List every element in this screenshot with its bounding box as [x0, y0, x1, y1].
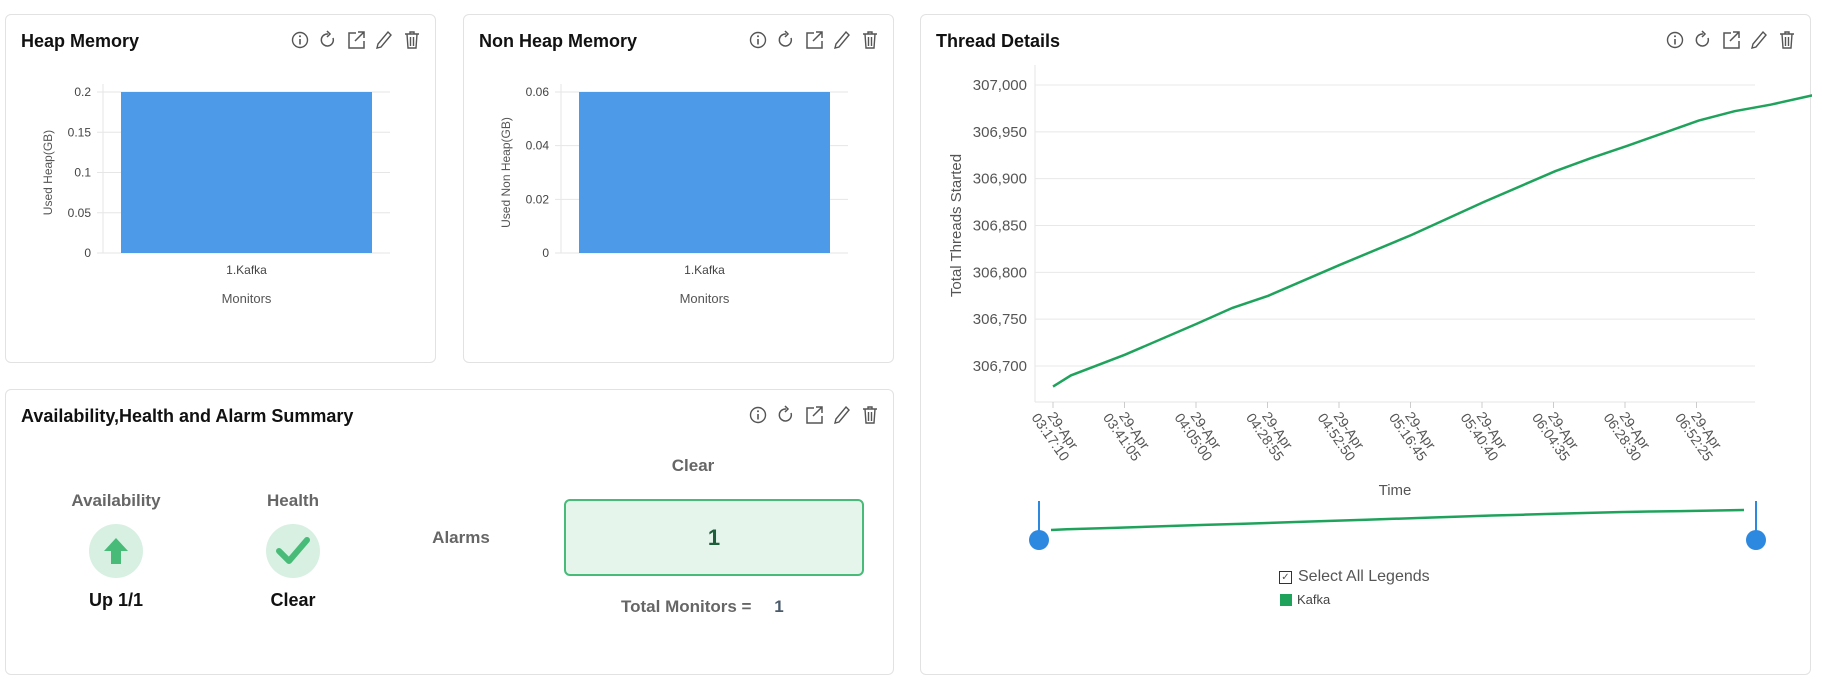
navigator-handle-right[interactable]: [1746, 530, 1766, 550]
y-tick-label: 306,750: [973, 311, 1027, 328]
y-tick-label: 0.2: [74, 85, 91, 99]
y-tick-label: 306,900: [973, 171, 1027, 188]
availability-up-icon: [89, 524, 143, 578]
refresh-icon[interactable]: [317, 28, 339, 52]
availability-health-alarm-panel: Availability,Health and Alarm Summary Av…: [5, 389, 894, 675]
y-tick-label: 0.1: [74, 166, 91, 180]
heap-bar-chart: 0 0.05 0.1 0.15 0.2 1.Kafka Monitors Used Heap(…: [41, 84, 390, 306]
y-tick-label: 0.05: [68, 206, 92, 220]
edit-pencil-icon[interactable]: [373, 28, 395, 52]
y-tick-label: 0: [542, 246, 549, 260]
x-axis-title: Monitors: [222, 291, 272, 306]
alarm-count: 1: [707, 524, 721, 550]
x-tick-label: 29-Apr04:52:50: [1314, 402, 1370, 464]
info-icon[interactable]: [747, 403, 769, 427]
select-all-legends[interactable]: ✓ Select All Legends: [1279, 568, 1430, 586]
edit-pencil-icon[interactable]: [831, 403, 853, 427]
health-check-icon: [266, 524, 320, 578]
x-tick-label: 29-Apr06:04:35: [1529, 402, 1585, 464]
delete-trash-icon[interactable]: [859, 28, 881, 52]
total-monitors-value: 1: [774, 597, 784, 616]
bar: [579, 92, 830, 253]
series-line-kafka: [1052, 94, 1812, 388]
total-monitors: Total Monitors = 1: [621, 597, 784, 617]
legend-item-kafka[interactable]: Kafka: [1280, 592, 1330, 607]
y-tick-label: 0: [84, 246, 91, 260]
x-tick-label: 29-Apr04:05:00: [1171, 402, 1227, 464]
refresh-icon[interactable]: [775, 403, 797, 427]
y-tick-label: 306,850: [973, 218, 1027, 235]
x-tick-label: 29-Apr03:17:10: [1028, 402, 1084, 464]
availability-value: Up 1/1: [88, 590, 144, 610]
delete-trash-icon[interactable]: [401, 28, 423, 52]
non-heap-bar-chart: 0 0.02 0.04 0.06 1.Kafka Monitors Used Non Hea…: [499, 84, 848, 306]
checkbox-checked-icon[interactable]: ✓: [1279, 570, 1292, 584]
x-tick-label: 1.Kafka: [684, 263, 725, 277]
x-tick-label: 29-Apr06:52:25: [1672, 402, 1728, 464]
panel-toolbar: [289, 28, 423, 52]
info-icon[interactable]: [289, 28, 311, 52]
y-tick-label: 307,000: [973, 77, 1027, 94]
y-axis-title: Used Non Heap(GB): [499, 117, 513, 228]
thread-details-panel: Thread Details 306,700 306,750 306,800 306,…: [920, 14, 1812, 675]
legend-label: Kafka: [1297, 592, 1331, 607]
panel-title: Availability,Health and Alarm Summary: [21, 406, 354, 426]
delete-trash-icon[interactable]: [859, 403, 881, 427]
select-all-legends-label: Select All Legends: [1298, 568, 1430, 585]
refresh-icon[interactable]: [775, 28, 797, 52]
bar: [121, 92, 372, 253]
navigator-series-line: [1050, 508, 1745, 532]
y-axis-title: Total Threads Started: [948, 154, 965, 297]
alarm-count-box[interactable]: 1: [564, 499, 864, 576]
heap-memory-panel: Heap Memory 0 0.05 0.1 0.15 0.2 1.Kafka Monito…: [5, 14, 436, 363]
x-tick-label: 1.Kafka: [226, 263, 267, 277]
non-heap-memory-panel: Non Heap Memory 0 0.02 0.04 0.06 1.Kafka Moni…: [463, 14, 894, 363]
external-link-icon[interactable]: [345, 28, 367, 52]
health-value: Clear: [270, 590, 316, 610]
y-tick-label: 306,950: [973, 124, 1027, 141]
x-axis-title: Time: [1379, 482, 1412, 499]
external-link-icon[interactable]: [803, 403, 825, 427]
x-tick-label: 29-Apr05:40:40: [1457, 402, 1513, 464]
panel-title: Heap Memory: [21, 31, 140, 51]
x-tick-label: 29-Apr03:41:05: [1100, 402, 1156, 464]
x-tick-label: 29-Apr04:28:55: [1243, 402, 1299, 464]
y-tick-label: 306,700: [973, 358, 1027, 375]
y-tick-label: 0.06: [526, 85, 550, 99]
external-link-icon[interactable]: [803, 28, 825, 52]
panel-toolbar: [747, 403, 881, 427]
edit-pencil-icon[interactable]: [831, 28, 853, 52]
y-tick-label: 306,800: [973, 264, 1027, 281]
y-tick-label: 0.04: [526, 139, 550, 153]
info-icon[interactable]: [747, 28, 769, 52]
y-tick-label: 0.02: [526, 192, 550, 206]
panel-toolbar: [747, 28, 881, 52]
y-axis-title: Used Heap(GB): [41, 130, 55, 215]
panel-title: Non Heap Memory: [479, 31, 638, 51]
x-tick-label: 29-Apr06:28:30: [1600, 402, 1656, 464]
thread-line-chart: 306,700 306,750 306,800 306,850 306,900 306,9…: [948, 65, 1812, 550]
health-label: Health: [267, 491, 319, 510]
alarm-status-label: Clear: [671, 456, 715, 475]
x-axis-title: Monitors: [680, 291, 730, 306]
navigator-handle-left[interactable]: [1029, 530, 1049, 550]
legend-swatch: [1280, 593, 1292, 606]
y-tick-label: 0.15: [68, 125, 92, 139]
x-tick-label: 29-Apr05:16:45: [1386, 402, 1442, 464]
alarms-label: Alarms: [432, 528, 490, 547]
availability-label: Availability: [71, 491, 161, 510]
total-monitors-label: Total Monitors =: [621, 597, 752, 616]
